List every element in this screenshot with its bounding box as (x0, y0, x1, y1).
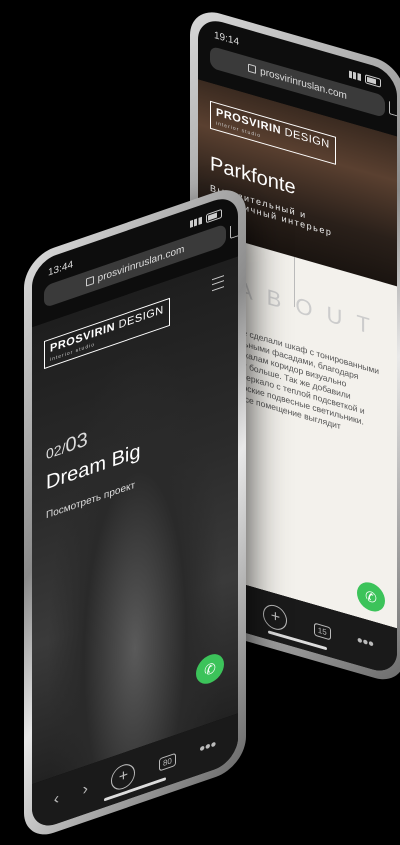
lock-icon (85, 276, 94, 287)
phone-icon: ✆ (204, 658, 216, 679)
tabs-button[interactable]: 80 (158, 752, 176, 772)
share-icon[interactable] (230, 221, 238, 240)
front-phone: 13:44 prosvirinruslan.com PROSVIRIN DESI… (24, 181, 246, 843)
battery-icon (206, 208, 222, 224)
share-icon[interactable] (389, 101, 397, 118)
signal-icon (190, 216, 202, 228)
tabs-button[interactable]: 15 (313, 621, 331, 640)
lock-icon (248, 63, 257, 74)
clock: 19:14 (214, 29, 240, 49)
signal-icon (349, 70, 361, 82)
forward-icon[interactable]: › (83, 780, 88, 800)
more-icon[interactable]: ••• (357, 632, 374, 655)
web-content: PROSVIRIN DESIGN interior studio 02/03 D… (32, 256, 238, 785)
phone-icon: ✆ (365, 586, 377, 607)
new-tab-button[interactable]: + (263, 602, 288, 633)
clock: 13:44 (48, 259, 74, 279)
front-phone-screen: 13:44 prosvirinruslan.com PROSVIRIN DESI… (32, 192, 238, 833)
more-icon[interactable]: ••• (199, 736, 216, 760)
back-icon[interactable]: ‹ (54, 790, 59, 810)
battery-icon (365, 74, 381, 88)
